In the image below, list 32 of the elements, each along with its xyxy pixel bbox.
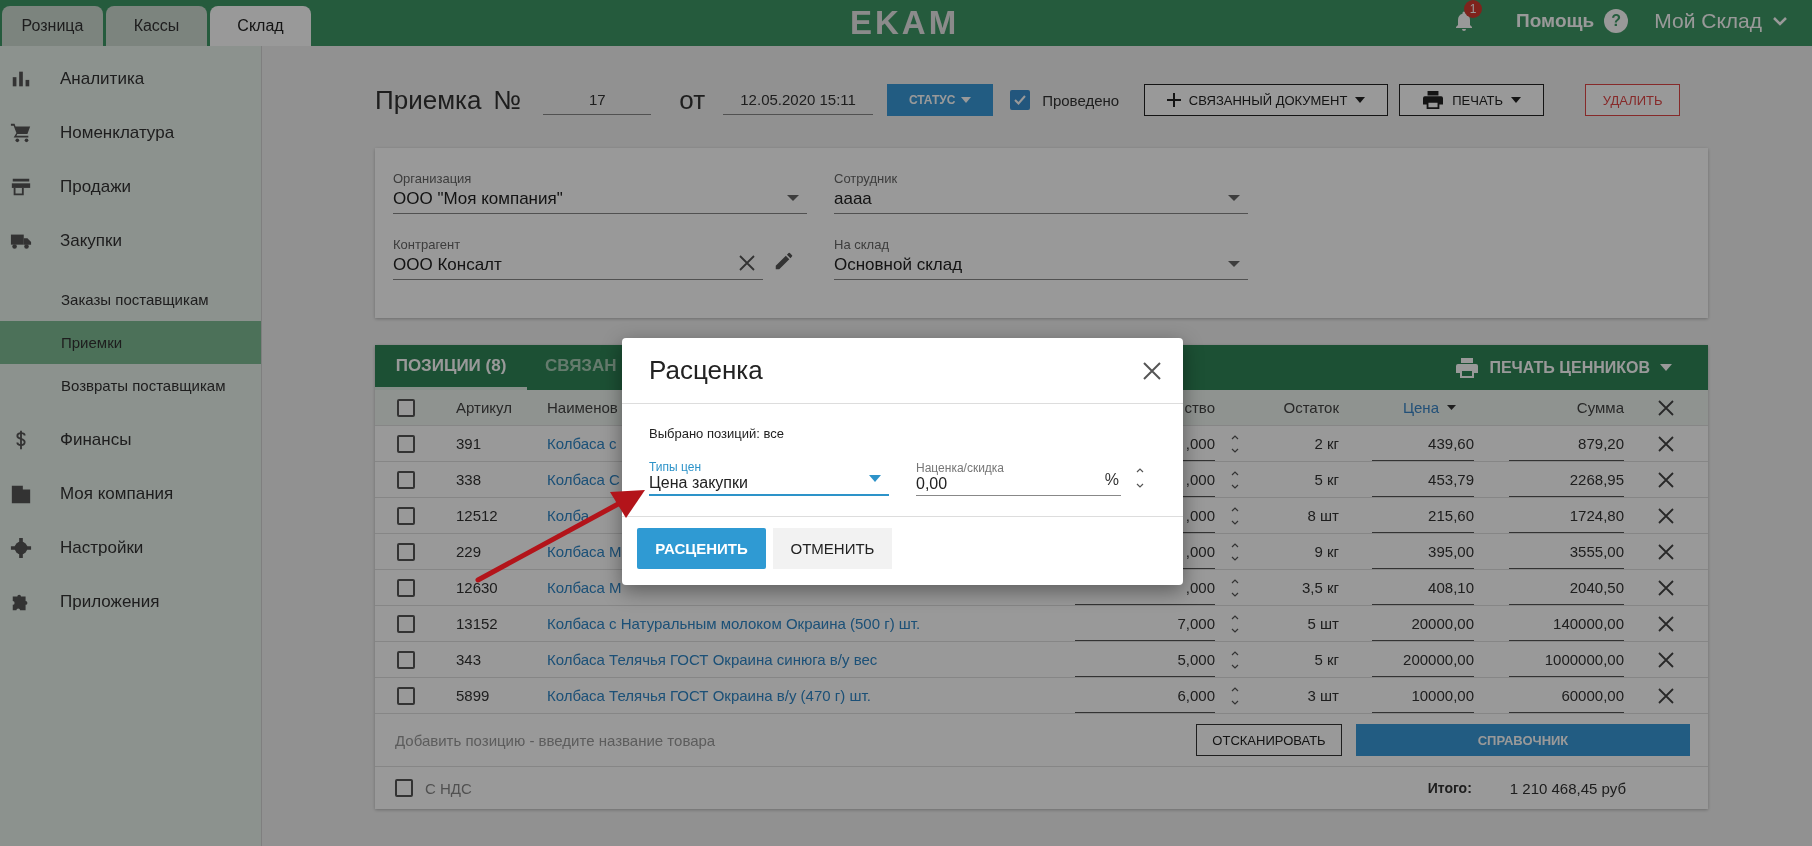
- stock-cell: 5 шт: [1307, 615, 1339, 632]
- stock-cell: 3 шт: [1307, 687, 1339, 704]
- dialog-title: Расценка: [649, 355, 763, 386]
- sku-cell: 343: [456, 651, 482, 668]
- sku-cell: 12630: [456, 579, 498, 596]
- stock-cell: 2 кг: [1314, 435, 1339, 452]
- sku-cell: 391: [456, 435, 482, 452]
- column-header: Артикул: [456, 399, 512, 416]
- stock-cell: 5 кг: [1314, 651, 1339, 668]
- column-header: Наименов: [547, 399, 618, 416]
- selection-info: Выбрано позиций: все: [649, 426, 784, 441]
- stock-cell: 9 кг: [1314, 543, 1339, 560]
- sku-cell: 5899: [456, 687, 490, 704]
- stock-cell: 3,5 кг: [1301, 579, 1339, 596]
- date-label: от: [679, 84, 706, 116]
- stock-cell: 5 кг: [1314, 471, 1339, 488]
- total-value: 1 210 468,45 руб: [1509, 779, 1626, 797]
- sku-cell: 338: [456, 471, 482, 488]
- vat-label: С НДС: [425, 779, 472, 797]
- column-header: Сумма: [1576, 399, 1624, 416]
- sku-cell: 13152: [456, 615, 498, 632]
- document-title: Приемка: [375, 84, 482, 116]
- column-header: Остаток: [1283, 399, 1339, 416]
- stock-cell: 8 шт: [1307, 507, 1339, 524]
- total-label: Итого:: [1427, 780, 1472, 796]
- column-header: ство: [1184, 399, 1215, 416]
- logo: EKAM: [850, 4, 960, 42]
- sku-cell: 229: [456, 543, 482, 560]
- posted-label: Проведено: [1042, 91, 1120, 109]
- sku-cell: 12512: [456, 507, 498, 524]
- notification-badge: 1: [1464, 0, 1483, 18]
- number-sign: №: [493, 84, 522, 116]
